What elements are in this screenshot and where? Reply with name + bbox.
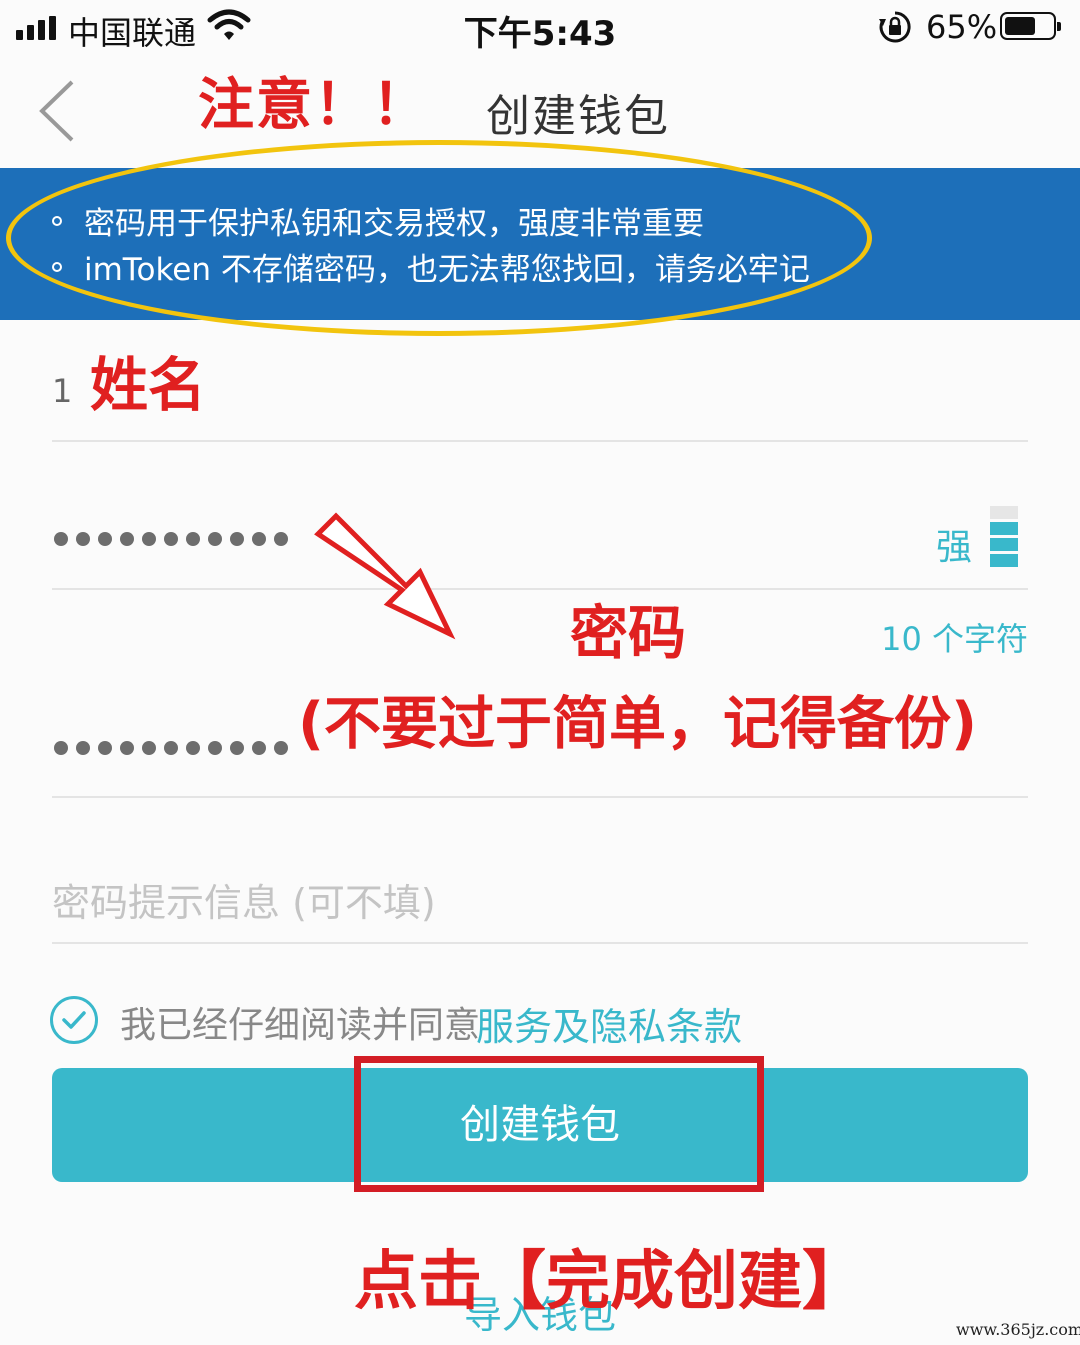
password-dot: [186, 741, 200, 755]
password-dot: [230, 532, 244, 546]
password-dot: [252, 741, 266, 755]
annotation-password-note: (不要过于简单，记得备份): [298, 691, 978, 757]
divider: [52, 440, 1028, 442]
strength-segment: [990, 538, 1018, 551]
password-dot: [274, 532, 288, 546]
battery-percent: 65%: [926, 8, 998, 46]
password-dot: [142, 532, 156, 546]
highlight-ellipse: [6, 140, 872, 336]
rotation-lock-icon: [878, 10, 912, 48]
divider: [52, 942, 1028, 944]
password-dot: [230, 741, 244, 755]
password-dot: [54, 532, 68, 546]
annotation-attention: 注意！！: [198, 73, 430, 138]
annotation-password: 密码: [570, 599, 687, 667]
strength-segment: [990, 506, 1018, 519]
password-dot: [208, 532, 222, 546]
password-dot: [76, 532, 90, 546]
wallet-name-input[interactable]: 1: [52, 372, 72, 410]
password-hint-input[interactable]: 密码提示信息 (可不填): [52, 872, 436, 927]
password-dot: [164, 741, 178, 755]
password-dot: [98, 532, 112, 546]
annotation-name: 姓名: [90, 351, 207, 419]
agree-checkbox[interactable]: [50, 996, 98, 1044]
password-dot: [120, 532, 134, 546]
annotation-click: 点击【完成创建】: [354, 1245, 866, 1319]
strength-segment: [990, 554, 1018, 567]
password-dot: [76, 741, 90, 755]
strength-segment: [990, 522, 1018, 535]
battery-icon: [1000, 12, 1061, 40]
status-time: 下午5:43: [463, 14, 617, 54]
password-dot: [120, 741, 134, 755]
password-dot: [186, 532, 200, 546]
divider: [52, 588, 1028, 590]
highlight-box: [354, 1056, 764, 1192]
password-dot: [54, 741, 68, 755]
annotation-arrow-icon: [310, 510, 460, 644]
password-dot: [98, 741, 112, 755]
confirm-password-input[interactable]: [54, 741, 288, 755]
password-dot: [164, 532, 178, 546]
password-strength-meter: [990, 506, 1018, 570]
page-title: 创建钱包: [486, 91, 670, 142]
agreement-text: 我已经仔细阅读并同意: [120, 1005, 481, 1046]
password-char-count: 10 个字符: [881, 620, 1028, 658]
password-dot: [208, 741, 222, 755]
watermark: www.365jz.com: [956, 1320, 1080, 1339]
status-bar: 中国联通 下午5:43 65%: [0, 0, 1080, 56]
password-dot: [252, 532, 266, 546]
password-dot: [274, 741, 288, 755]
password-strength-label: 强: [936, 527, 973, 568]
password-dot: [142, 741, 156, 755]
password-input[interactable]: [54, 532, 288, 546]
divider: [52, 796, 1028, 798]
terms-link[interactable]: 服务及隐私条款: [476, 996, 742, 1051]
